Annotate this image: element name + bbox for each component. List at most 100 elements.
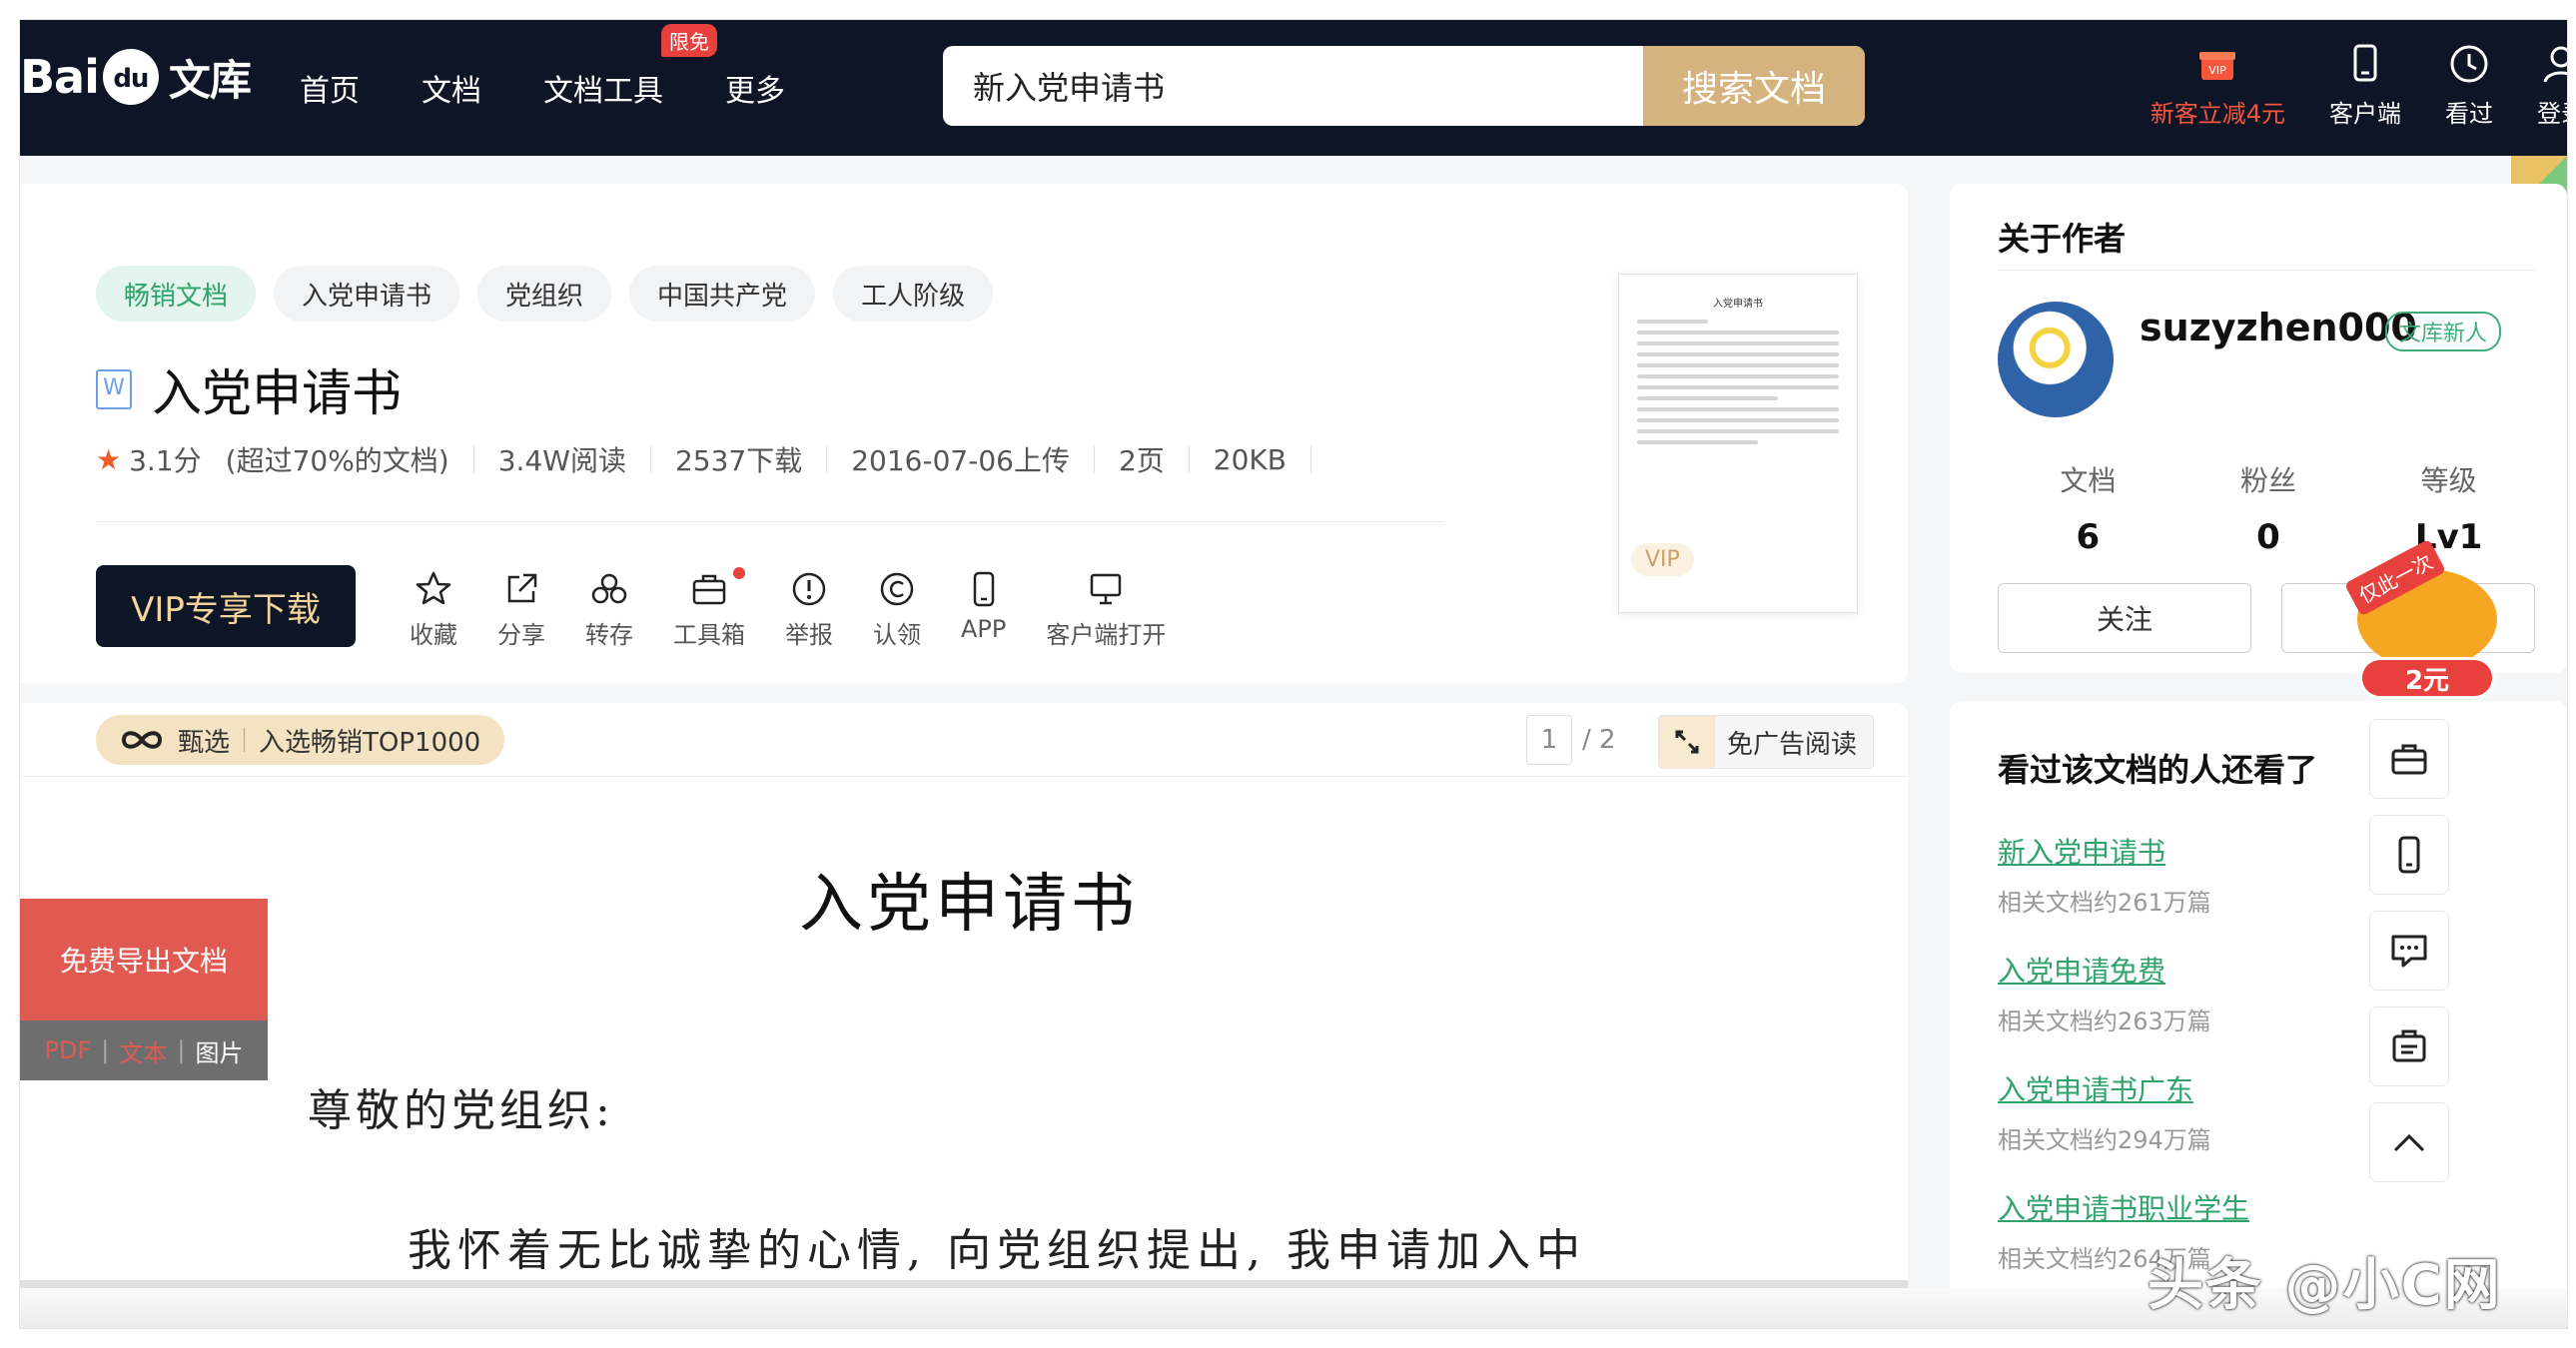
promo-sticker[interactable]: 仅此一次 2元 [2343, 538, 2507, 709]
toolbox-label: 工具箱 [673, 621, 745, 649]
doc-rating-note: (超过70%的文档) [225, 444, 449, 477]
thumb-line [1637, 331, 1839, 335]
list-item: 新入党申请书 相关文档约261万篇 [1998, 831, 2249, 918]
baidu-wenku-logo[interactable]: Bai du 文库 [20, 42, 252, 112]
related-heading: 看过该文档的人还看了 [1998, 751, 2318, 789]
doc-reader: 甄选 入选畅销TOP1000 1 / 2 免广告阅读 入党申请书 尊敬的党组织:… [20, 703, 1908, 1328]
nav-link-docs[interactable]: 文档 [422, 66, 481, 110]
toolbox-button[interactable]: 工具箱 [673, 567, 745, 650]
app-button[interactable]: APP [961, 569, 1006, 650]
new-customer-label: 新客立减4元 [2149, 100, 2285, 128]
history[interactable]: 看过 [2445, 42, 2493, 129]
thumb-line [1637, 341, 1839, 345]
chevron-up-icon [2393, 1133, 2425, 1152]
stat-fans: 粉丝 0 [2178, 459, 2359, 557]
doc-rating: 3.1分 [129, 444, 202, 477]
thumb-line [1637, 407, 1839, 411]
svg-text:VIP: VIP [2209, 64, 2227, 77]
tag-bestseller[interactable]: 畅销文档 [96, 266, 257, 322]
favorite-button[interactable]: 收藏 [410, 569, 457, 650]
stat-docs: 文档 6 [1998, 459, 2178, 557]
search-button[interactable]: 搜索文档 [1643, 46, 1865, 126]
report-icon [792, 572, 826, 606]
thumb-line [1637, 385, 1839, 389]
page-total: / 2 [1582, 725, 1616, 755]
login[interactable]: 登录 [2537, 42, 2567, 129]
related-link[interactable]: 入党申请书广东 [1998, 1068, 2249, 1108]
export-pdf[interactable]: PDF [45, 1036, 92, 1064]
free-export-panel[interactable]: 免费导出文档 PDF | 文本 | 图片 [20, 899, 268, 1080]
avatar[interactable] [1998, 302, 2114, 417]
side-toolbox-button[interactable] [2369, 719, 2449, 799]
related-link[interactable]: 新入党申请书 [1998, 831, 2249, 871]
stat-label: 粉丝 [2240, 464, 2297, 497]
phone-icon [2353, 44, 2377, 82]
related-docs-card: 看过该文档的人还看了 新入党申请书 相关文档约261万篇 入党申请免费 相关文档… [1950, 701, 2567, 1300]
share-icon [507, 573, 537, 603]
side-app-button[interactable] [2369, 815, 2449, 895]
format-separator: | [101, 1036, 110, 1064]
infinity-icon [121, 731, 163, 749]
open-in-client-button[interactable]: 客户端打开 [1046, 569, 1166, 650]
doc-meta: ★ 3.1分 (超过70%的文档) 3.4W阅读 2537下载 2016-07-… [96, 439, 1335, 479]
share-button[interactable]: 分享 [497, 569, 545, 650]
copyright-icon [880, 572, 914, 606]
ad-free-reading-button[interactable]: 免广告阅读 [1658, 715, 1874, 769]
author-name[interactable]: suzyzhen000 [2140, 306, 2417, 349]
thumb-line [1637, 352, 1839, 356]
nav-link-home[interactable]: 首页 [300, 66, 360, 110]
tag-item[interactable]: 党组织 [477, 266, 612, 322]
save-label: 转存 [585, 621, 633, 649]
report-button[interactable]: 举报 [785, 569, 833, 650]
thumb-line [1637, 363, 1839, 367]
vip-download-button[interactable]: VIP专享下载 [96, 565, 356, 647]
related-count: 相关文档约261万篇 [1998, 889, 2211, 917]
side-feedback-button[interactable] [2369, 911, 2449, 991]
doc-title: 入党申请书 [152, 364, 402, 422]
export-title: 免费导出文档 [20, 899, 268, 1020]
author-heading: 关于作者 [1998, 220, 2127, 258]
favorite-label: 收藏 [410, 621, 457, 649]
claim-button[interactable]: 认领 [873, 569, 921, 650]
watermark: 头条 @小C网 [2147, 1253, 2502, 1318]
follow-button[interactable]: 关注 [1998, 583, 2251, 653]
briefcase-icon [2392, 1029, 2426, 1062]
export-image[interactable]: 图片 [195, 1033, 243, 1068]
meta-separator [1093, 445, 1095, 473]
selection-badge[interactable]: 甄选 入选畅销TOP1000 [96, 715, 505, 765]
doc-downloads: 2537下载 [674, 444, 803, 477]
tag-item[interactable]: 中国共产党 [629, 266, 816, 322]
client-download[interactable]: 客户端 [2329, 42, 2401, 129]
nav-link-more[interactable]: 更多 [725, 66, 785, 110]
back-to-top-button[interactable] [2369, 1102, 2449, 1182]
monitor-icon [1091, 573, 1122, 605]
meta-separator [649, 445, 651, 473]
save-to-cloud-button[interactable]: 转存 [585, 569, 633, 650]
floating-side-tools [2369, 719, 2449, 1182]
export-formats: PDF | 文本 | 图片 [20, 1020, 268, 1080]
thumb-line [1637, 320, 1708, 324]
nav-links: 首页 文档 文档工具 限免 更多 [300, 20, 847, 156]
thumb-line [1637, 396, 1779, 400]
nav-link-doc-tools[interactable]: 文档工具 限免 [543, 24, 717, 110]
cloud-icon [591, 573, 627, 604]
tag-item[interactable]: 工人阶级 [833, 266, 994, 322]
doc-size: 20KB [1213, 442, 1287, 476]
horizontal-scrollbar[interactable] [20, 1280, 1908, 1288]
related-link[interactable]: 入党申请免费 [1998, 950, 2249, 990]
top-tools: VIP 新客立减4元 客户端 看过 登录 [2107, 42, 2567, 142]
meta-separator [1309, 445, 1311, 473]
doc-thumbnail[interactable]: 入党申请书 VIP [1618, 274, 1858, 613]
tag-item[interactable]: 入党申请书 [274, 266, 460, 322]
doc-upload-date: 2016-07-06上传 [851, 444, 1070, 477]
side-service-button[interactable] [2369, 1007, 2449, 1086]
page-number-input[interactable]: 1 [1526, 715, 1572, 765]
open-in-client-label: 客户端打开 [1046, 621, 1167, 649]
export-text[interactable]: 文本 [119, 1033, 167, 1068]
app-label: APP [961, 615, 1007, 643]
doc-tags: 畅销文档 入党申请书 党组织 中国共产党 工人阶级 [96, 266, 994, 322]
new-customer-discount[interactable]: VIP 新客立减4元 [2150, 42, 2285, 129]
claim-label: 认领 [873, 621, 921, 649]
related-link[interactable]: 入党申请书职业学生 [1998, 1187, 2249, 1227]
search-input[interactable] [943, 46, 1642, 126]
